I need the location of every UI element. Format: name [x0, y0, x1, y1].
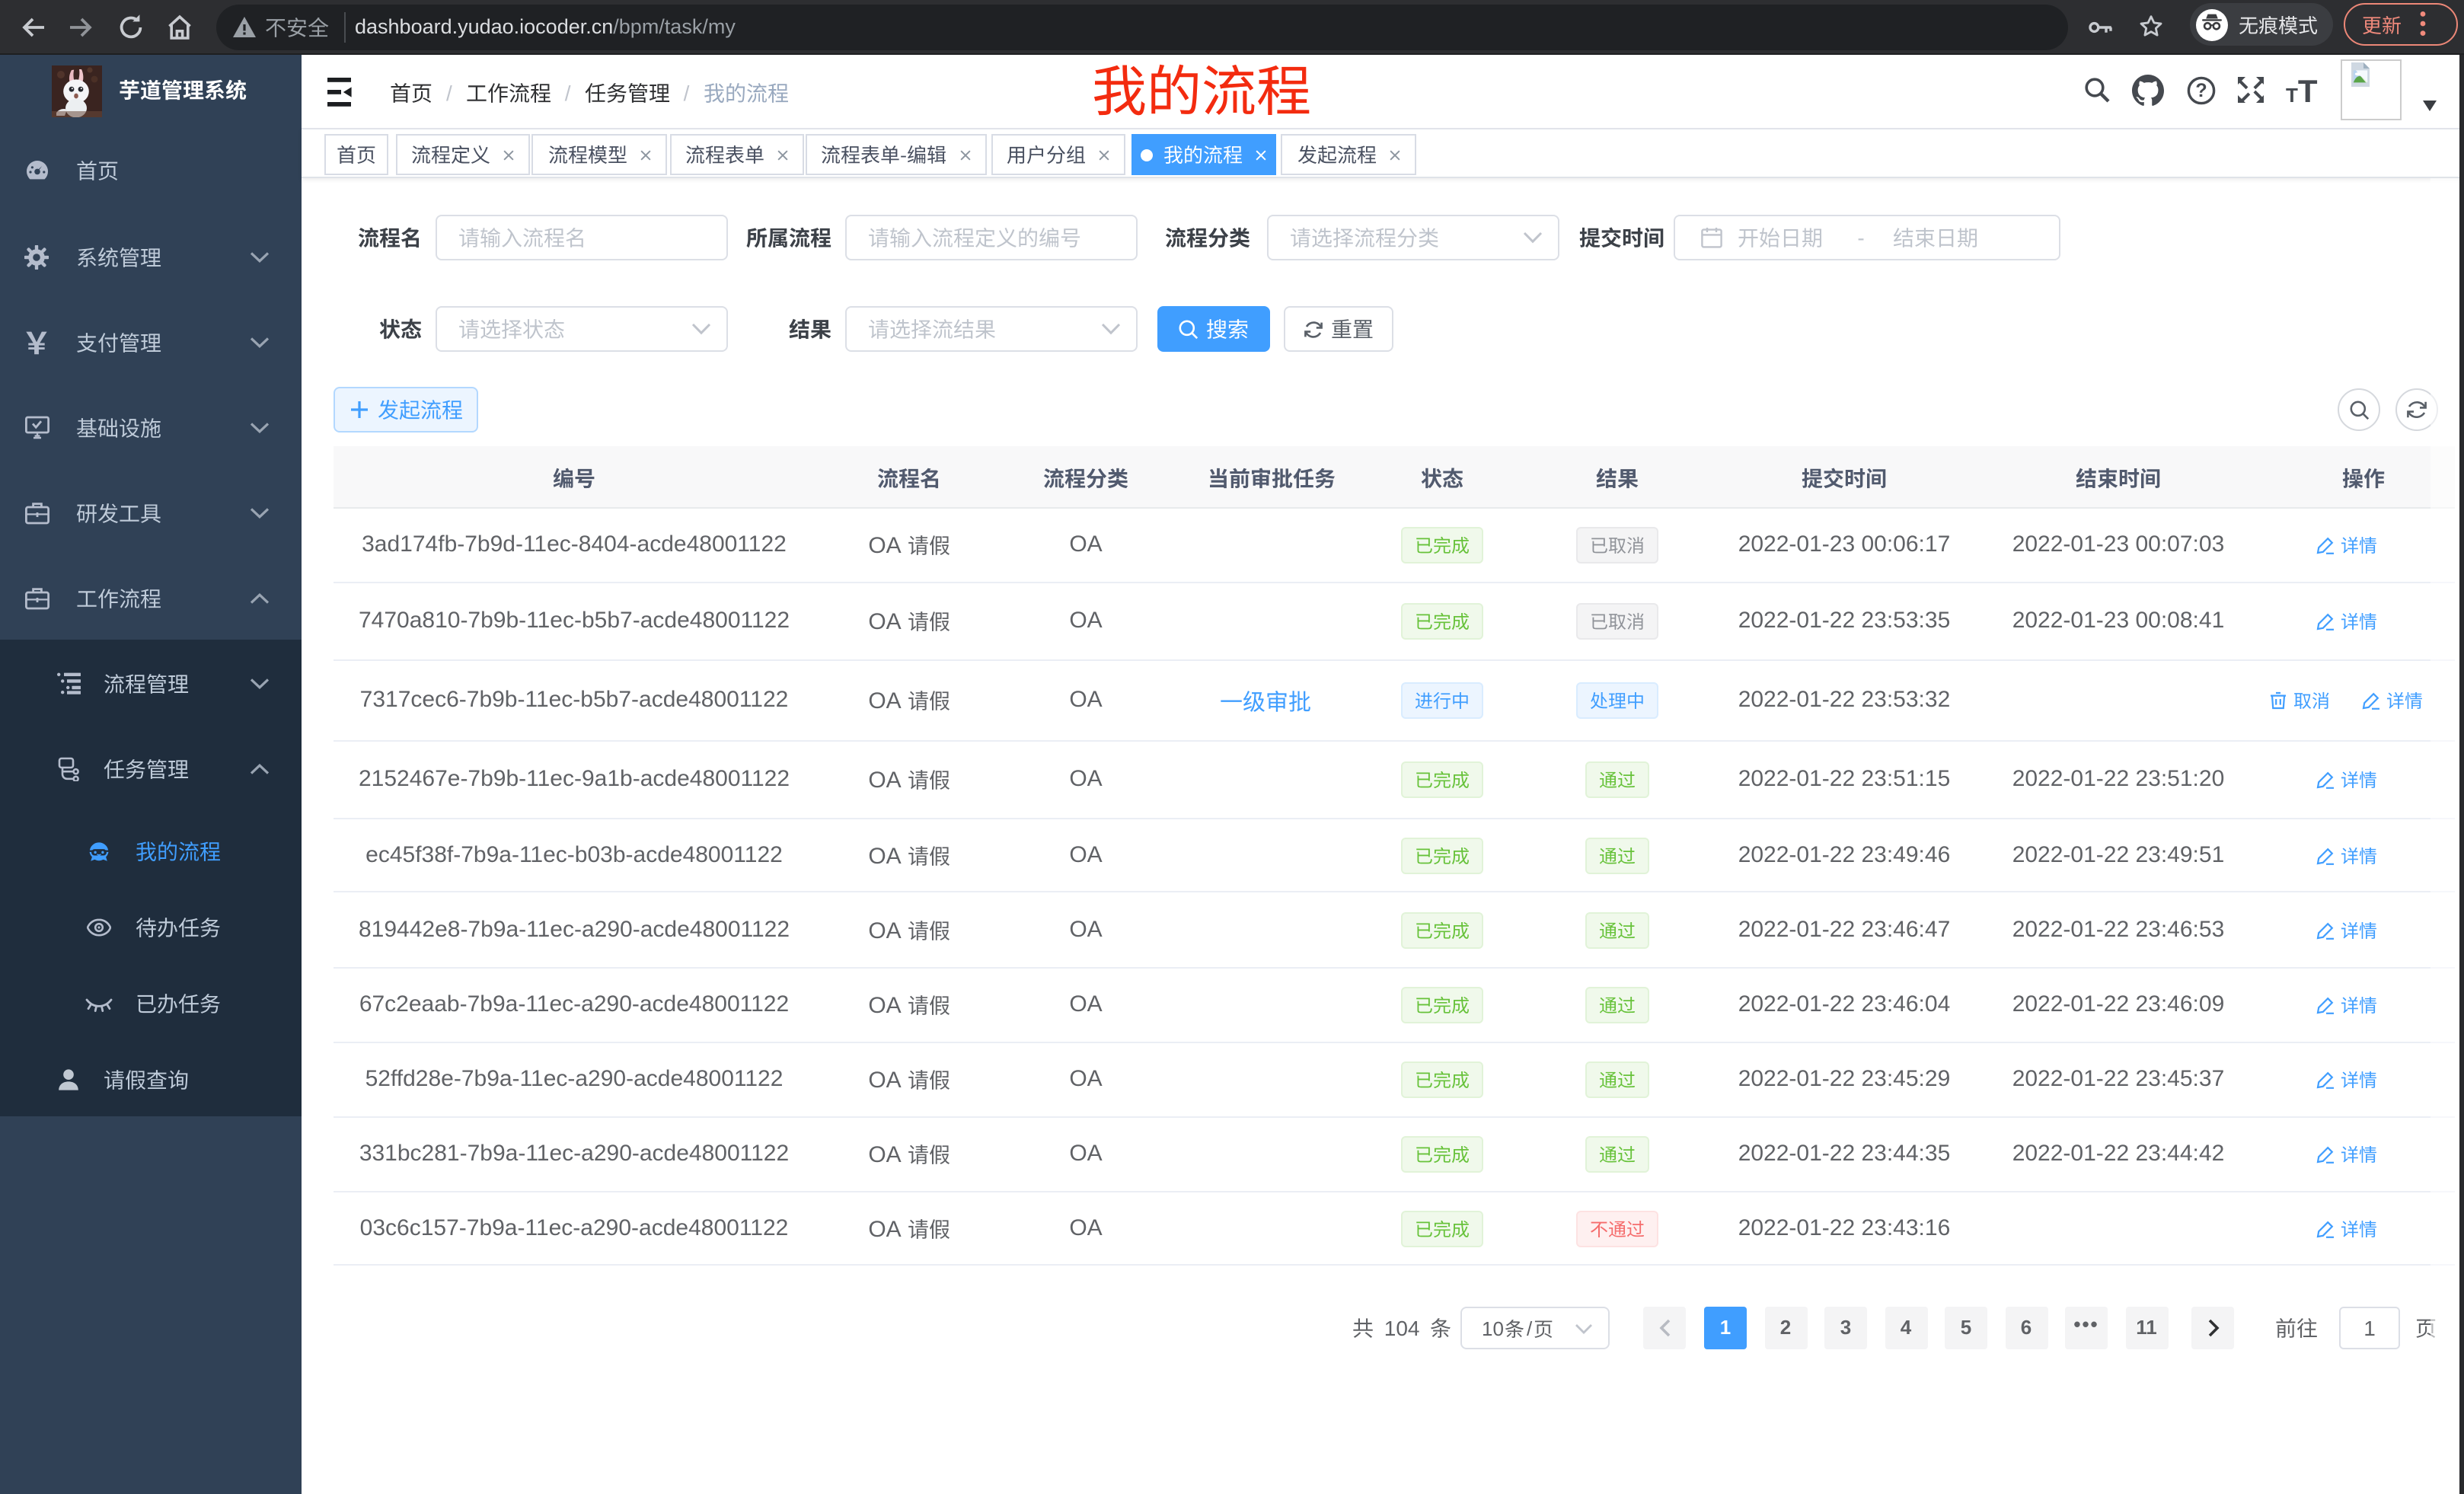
svg-text:?: ?: [2195, 80, 2207, 101]
